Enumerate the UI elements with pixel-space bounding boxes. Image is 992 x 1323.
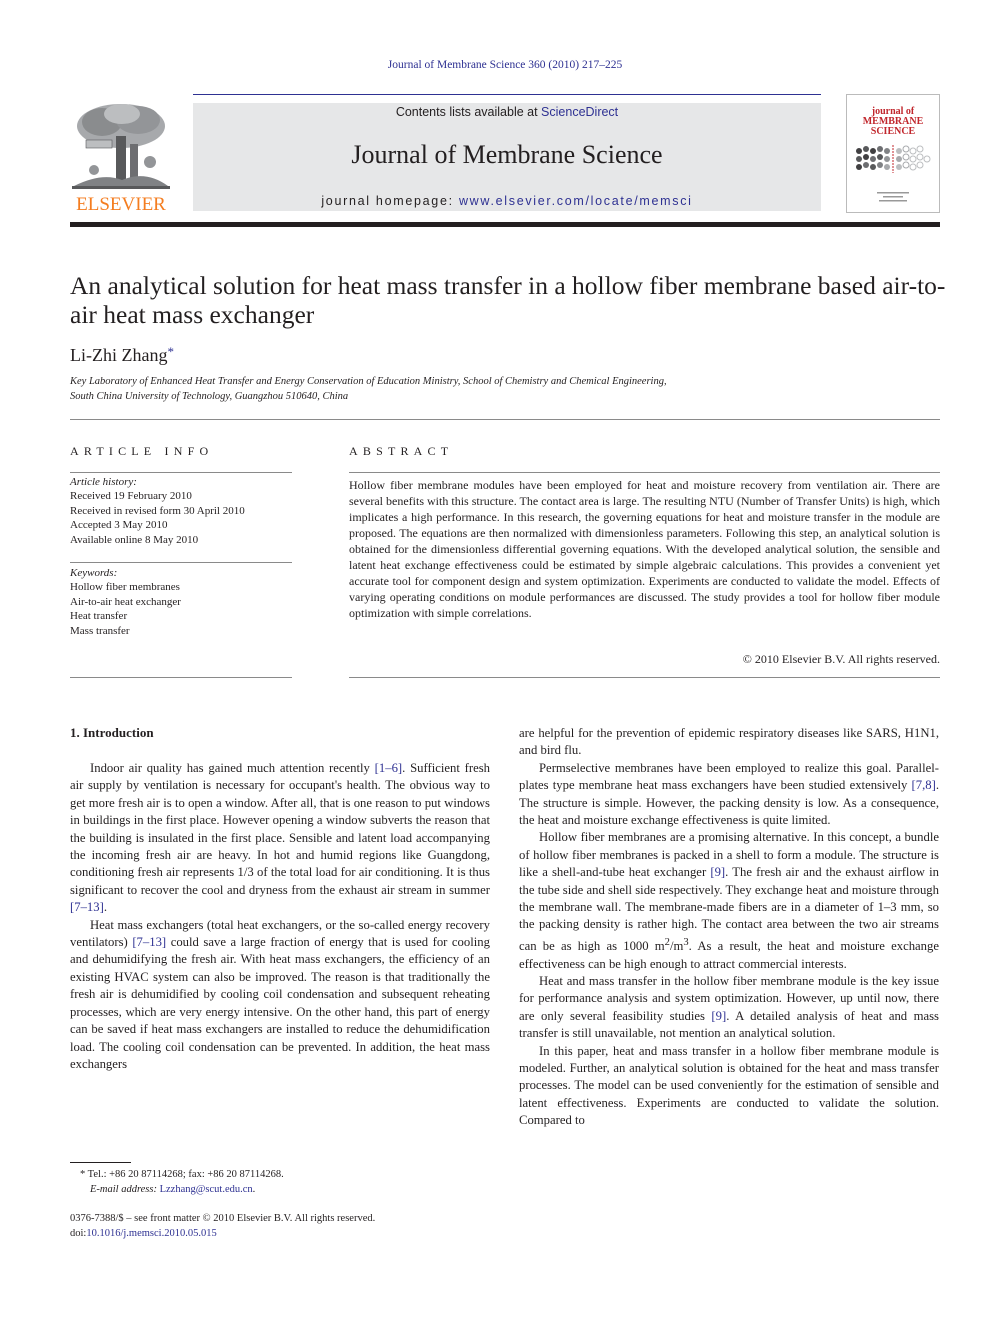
article-title: An analytical solution for heat mass tra… [70,271,946,329]
citation-link[interactable]: [1–6] [375,761,402,775]
paragraph: Hollow fiber membranes are a promising a… [519,829,939,972]
doi-link[interactable]: 10.1016/j.memsci.2010.05.015 [86,1228,216,1239]
paragraph: Indoor air quality has gained much atten… [70,760,490,917]
journal-cover-thumbnail[interactable]: journal of MEMBRANE SCIENCE [846,94,940,213]
cover-title: journal of MEMBRANE SCIENCE [847,107,939,137]
footnote-email-line: E-mail address: Lzzhang@scut.edu.cn. [80,1182,284,1197]
abstract-copyright: © 2010 Elsevier B.V. All rights reserved… [742,652,940,666]
paragraph: are helpful for the prevention of epidem… [519,726,939,758]
keyword-item: Mass transfer [70,624,130,637]
keywords-label: Keywords: [70,567,118,579]
footnote: * Tel.: +86 20 87114268; fax: +86 20 871… [80,1167,284,1197]
homepage-prefix: journal homepage: [321,194,459,208]
article-info-rule-mid [70,562,292,563]
abstract-heading: ABSTRACT [349,444,454,458]
abstract-rule-top [349,472,940,473]
journal-name: Journal of Membrane Science [351,140,663,169]
article-info-rule-bottom [70,677,292,678]
email-link[interactable]: Lzzhang@scut.edu.cn [160,1184,253,1195]
text-run: could save a large fraction of energy th… [70,935,490,1071]
contents-line: Contents lists available at ScienceDirec… [193,105,821,119]
history-received: Received 19 February 2010 [70,490,192,503]
affiliation: Key Laboratory of Enhanced Heat Transfer… [70,375,950,404]
article-info-heading: ARTICLE INFO [70,444,214,458]
text-run: . Sufficient fresh air supply by ventila… [70,761,490,897]
citation-link[interactable]: [9] [710,865,725,879]
article-history: Article history: Received 19 February 20… [70,475,292,547]
text-run: Permselective membranes have been employ… [519,760,939,793]
history-revised: Received in revised form 30 April 2010 [70,504,245,517]
paragraph: In this paper, heat and mass transfer in… [519,1043,939,1128]
email-suffix: . [252,1184,256,1195]
keywords: Keywords: Hollow fiber membranes Air-to-… [70,566,292,638]
title-divider [70,419,940,420]
left-column: Indoor air quality has gained much atten… [70,760,490,1073]
footnote-contact: * Tel.: +86 20 87114268; fax: +86 20 871… [80,1167,284,1182]
paragraph: Heat mass exchangers (total heat exchang… [70,917,490,1074]
email-label: E-mail address: [90,1184,160,1195]
front-matter: 0376-7388/$ – see front matter © 2010 El… [70,1211,375,1241]
text-run: Indoor air quality has gained much atten… [90,761,375,775]
homepage-line: journal homepage: www.elsevier.com/locat… [193,194,821,208]
abstract-rule-bottom [349,677,940,678]
contents-prefix: Contents lists available at [395,105,542,119]
paragraph: Permselective membranes have been employ… [519,760,939,830]
affiliation-line-2: South China University of Technology, Gu… [70,390,349,402]
masthead-top-rule [193,94,821,95]
affiliation-line-1: Key Laboratory of Enhanced Heat Transfer… [70,376,667,387]
citation-link[interactable]: [7,8] [912,778,936,792]
keyword-item: Heat transfer [70,610,128,623]
text-run: /m [669,939,684,954]
footnote-phone-fax: Tel.: +86 20 87114268; fax: +86 20 87114… [85,1169,284,1180]
keyword-item: Air-to-air heat exchanger [70,595,181,608]
footnote-rule [70,1162,131,1163]
author-line: Li-Zhi Zhang* [70,344,174,366]
elsevier-wordmark: ELSEVIER [76,194,166,215]
right-column: are helpful for the prevention of epidem… [519,725,939,1130]
citation-link[interactable]: [7–13] [132,935,166,949]
cover-publisher-mark-icon [877,192,909,202]
history-accepted: Accepted 3 May 2010 [70,519,168,532]
masthead: Contents lists available at ScienceDirec… [193,103,821,211]
doi-prefix: doi: [70,1228,87,1239]
keyword-item: Hollow fiber membranes [70,581,180,594]
history-online: Available online 8 May 2010 [70,533,199,546]
header-divider [70,222,940,227]
corresponding-author-mark[interactable]: * [167,344,174,359]
paragraph: Heat and mass transfer in the hollow fib… [519,973,939,1043]
homepage-link[interactable]: www.elsevier.com/locate/memsci [459,194,693,208]
section-heading-introduction: 1. Introduction [70,725,154,740]
author-name[interactable]: Li-Zhi Zhang [70,345,167,365]
cover-molecule-graphic-icon [856,145,931,173]
journal-reference[interactable]: Journal of Membrane Science 360 (2010) 2… [0,59,992,71]
article-info-rule-top [70,472,292,473]
citation-link[interactable]: [7–13] [70,900,104,914]
text-run: . [103,900,107,915]
doi-line: doi:10.1016/j.memsci.2010.05.015 [70,1226,375,1241]
issn-line: 0376-7388/$ – see front matter © 2010 El… [70,1213,376,1224]
sciencedirect-link[interactable]: ScienceDirect [541,105,618,119]
citation-link[interactable]: [9] [711,1009,726,1023]
cover-title-line3: SCIENCE [870,126,916,137]
elsevier-tree-icon [72,104,170,189]
article-history-label: Article history: [70,476,137,488]
abstract-text: Hollow fiber membrane modules have been … [349,478,940,620]
elsevier-logo[interactable]: ELSEVIER [68,100,174,216]
